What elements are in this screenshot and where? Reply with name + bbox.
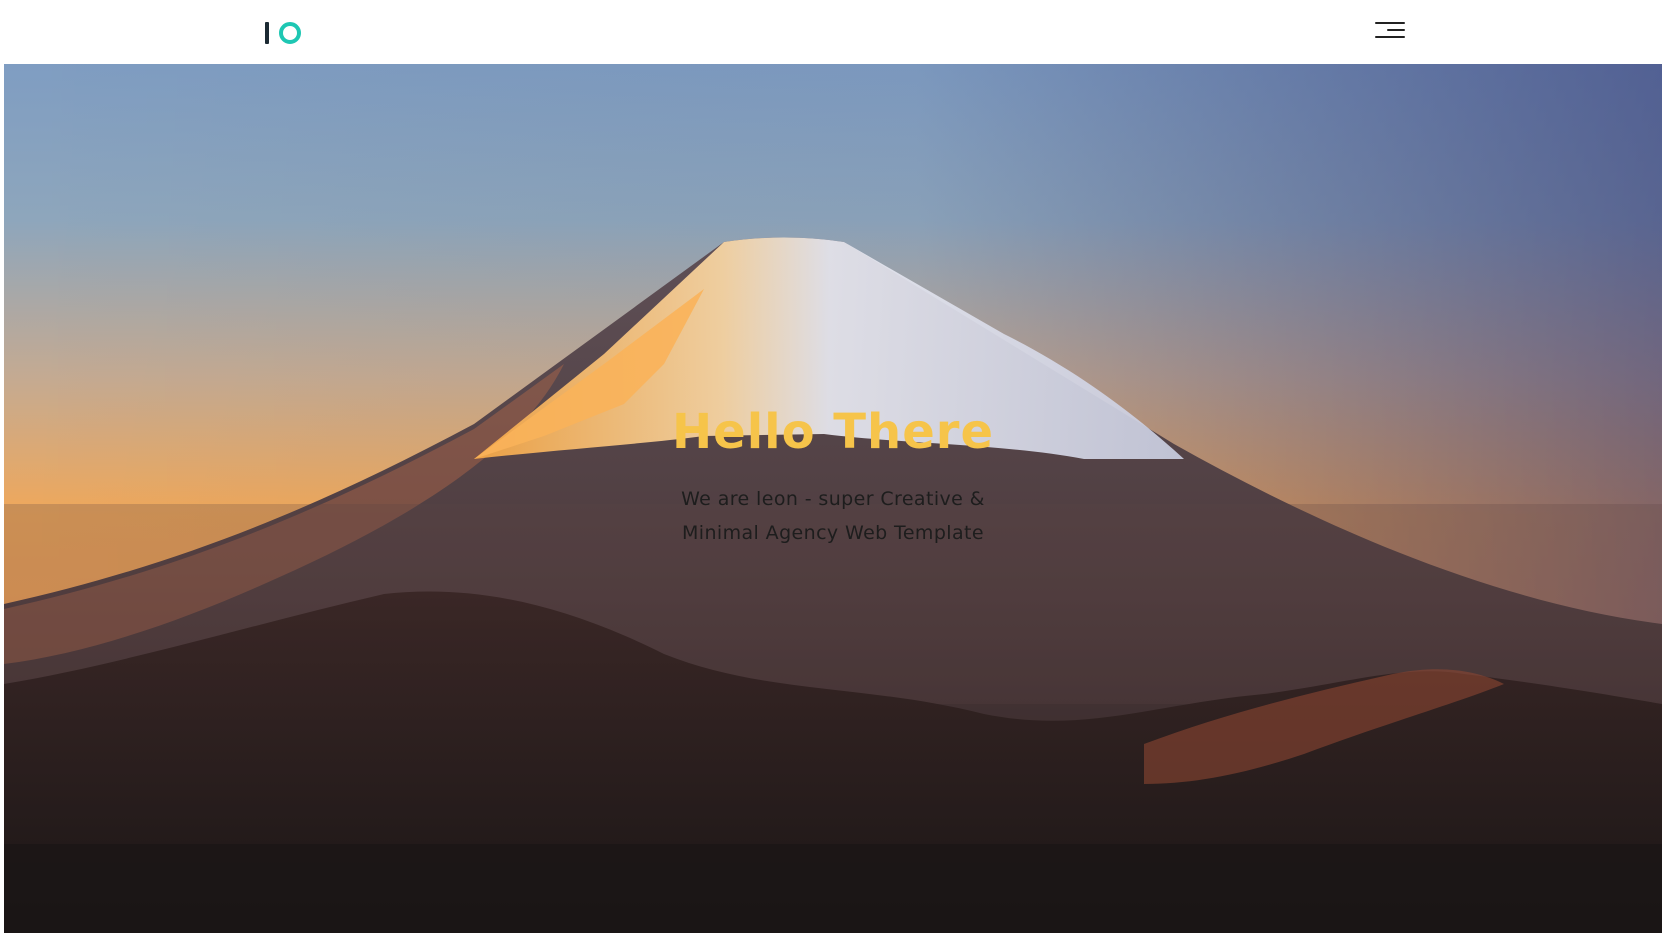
hero-content: Hello There We are leon - super Creative… — [4, 402, 1662, 550]
hero-subtitle: We are leon - super Creative & Minimal A… — [4, 482, 1662, 550]
logo-ring-icon — [279, 22, 301, 44]
hero-subtitle-line: We are leon - super Creative & — [681, 488, 985, 510]
hamburger-menu-button[interactable] — [1371, 18, 1405, 42]
site-header — [4, 0, 1662, 65]
logo-bar-icon — [265, 22, 269, 44]
hamburger-line-icon — [1375, 36, 1405, 38]
hero-subtitle-line: Minimal Agency Web Template — [682, 522, 984, 544]
site-logo[interactable] — [265, 20, 301, 46]
hamburger-line-icon — [1387, 29, 1405, 31]
hamburger-line-icon — [1375, 22, 1405, 24]
hero-title: Hello There — [671, 404, 994, 460]
page-frame: Hello There We are leon - super Creative… — [4, 0, 1662, 933]
hero-section: Hello There We are leon - super Creative… — [4, 64, 1662, 933]
